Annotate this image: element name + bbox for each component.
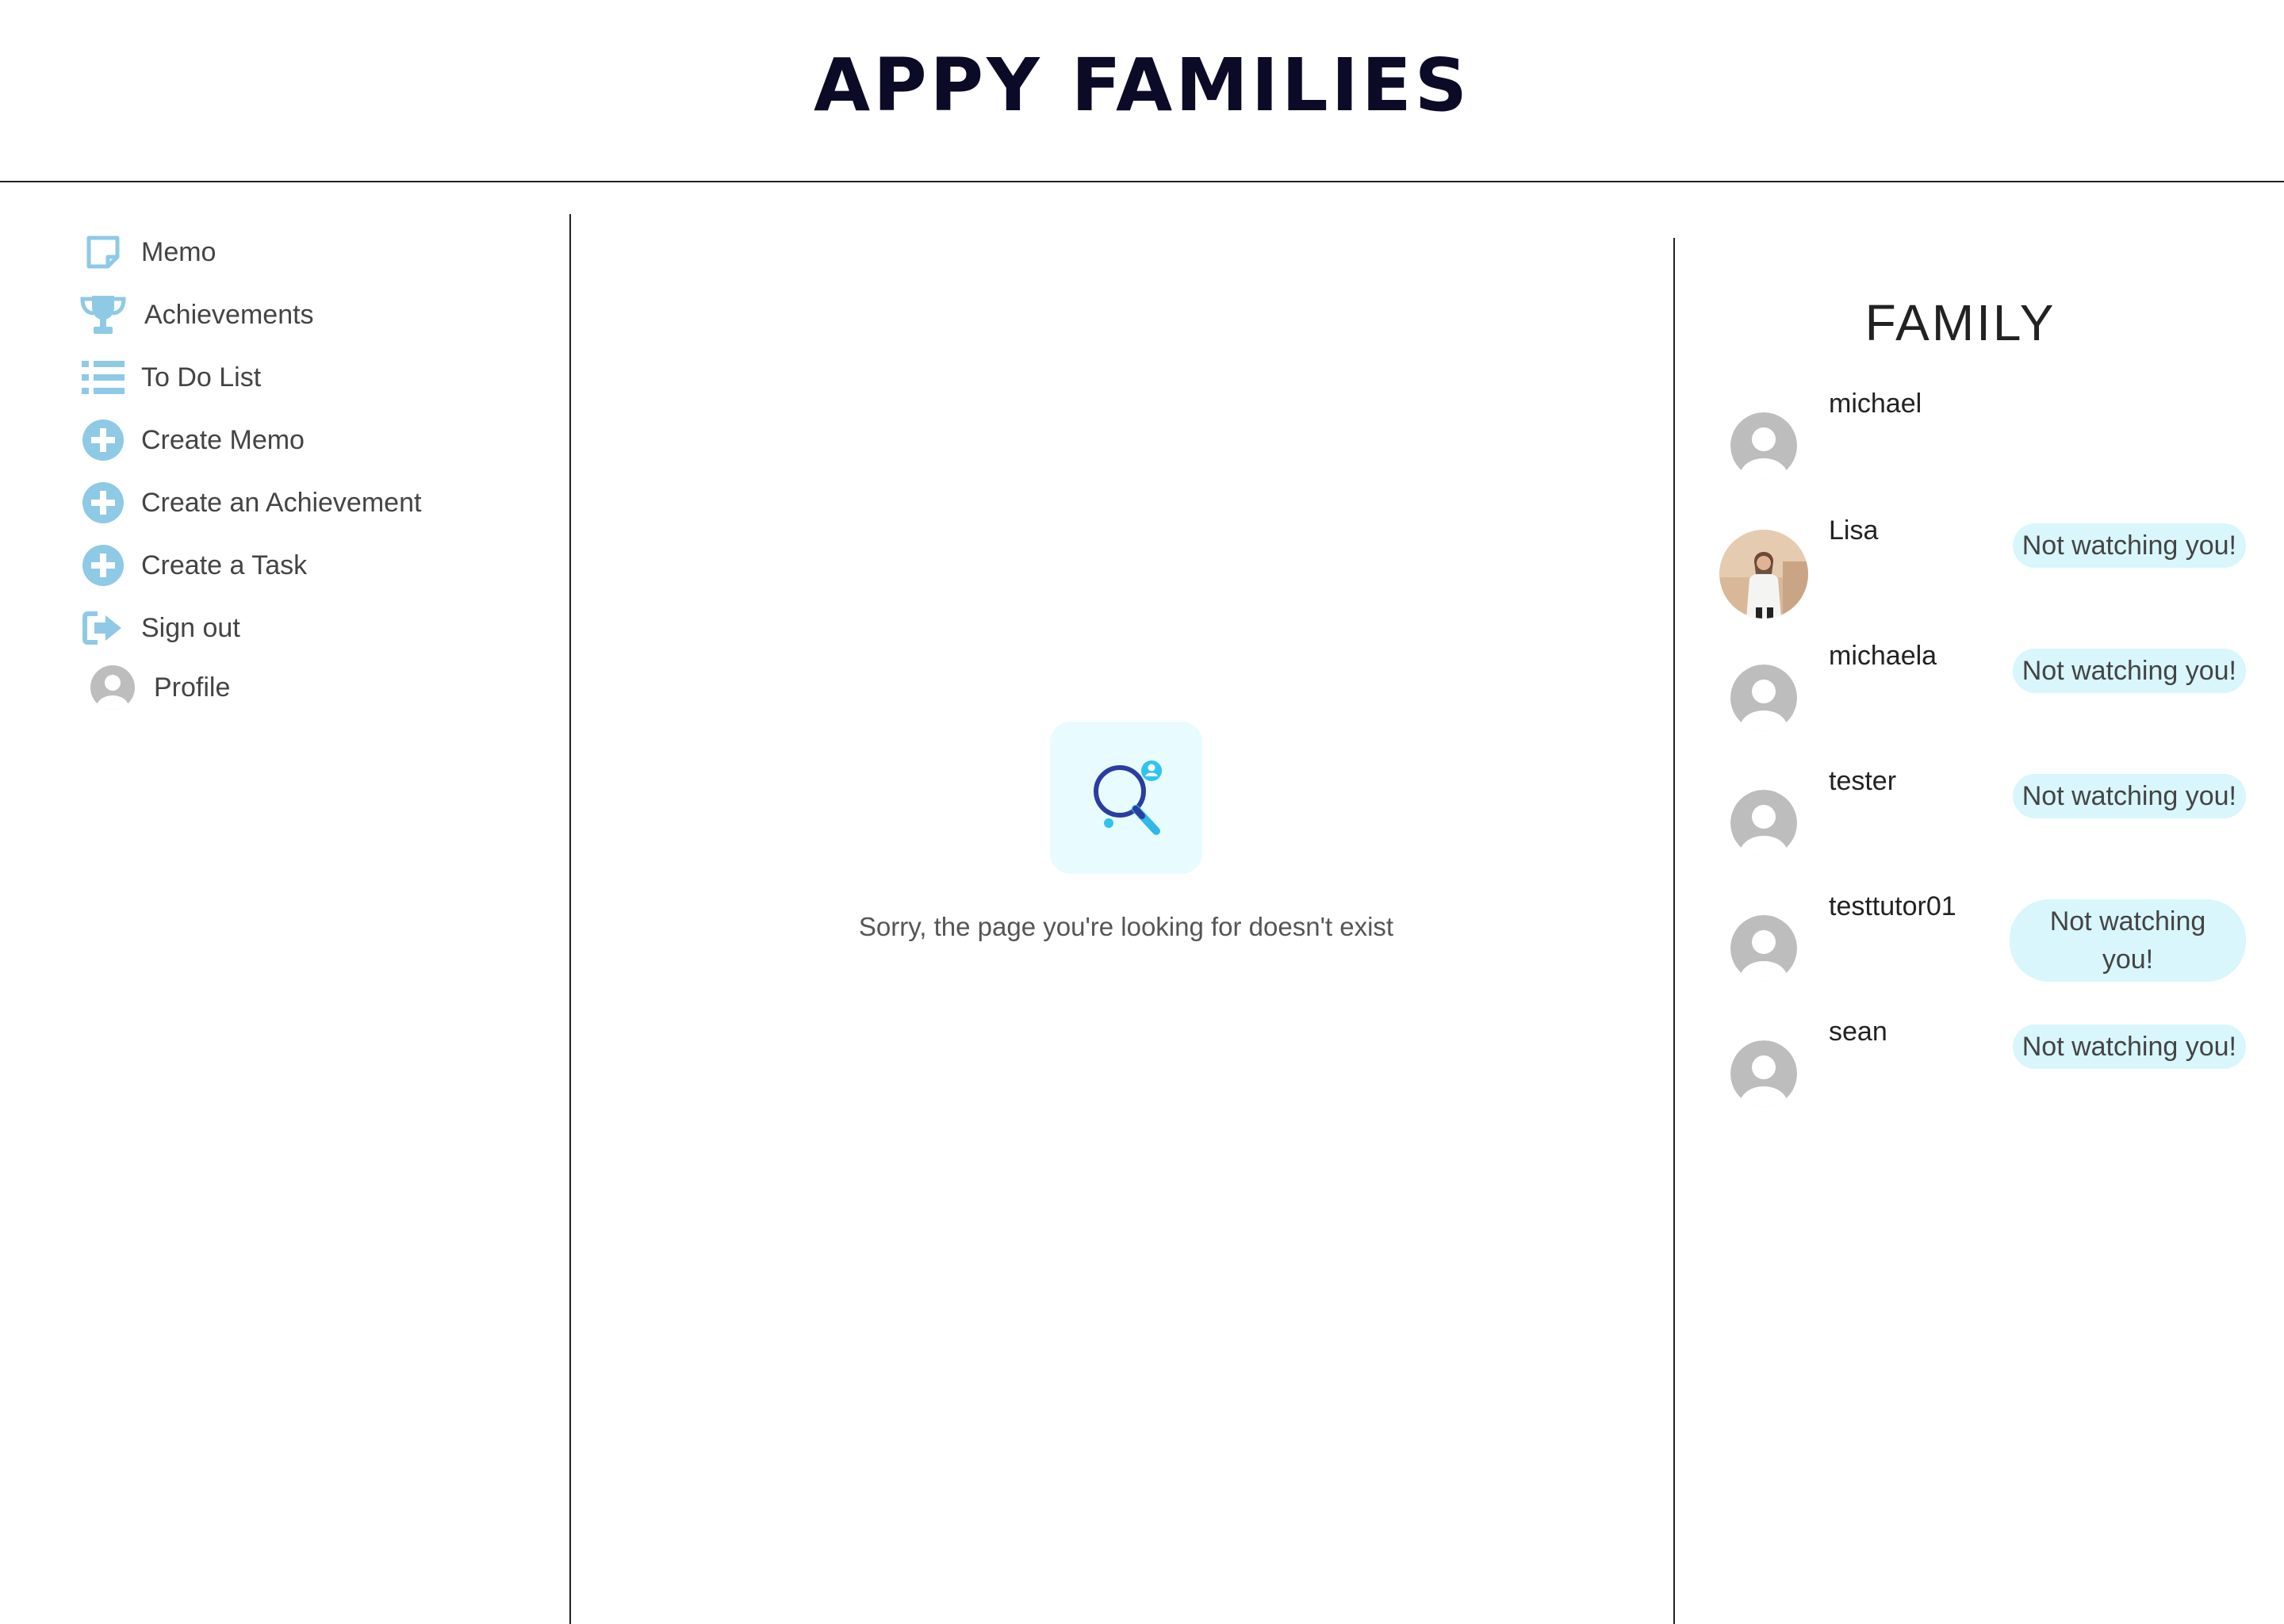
sidebar-item-label: Achievements [144, 299, 314, 330]
plus-circle-icon [79, 416, 127, 464]
sidebar-item-sign-out[interactable]: Sign out [79, 604, 240, 652]
member-name: sean [1829, 1017, 1887, 1047]
search-user-icon [1050, 722, 1202, 874]
avatar [1730, 412, 1797, 479]
plus-circle-icon [79, 542, 127, 589]
app-title: APPY FAMILIES [814, 42, 1470, 128]
family-member[interactable]: michaela Not watching you! [1730, 641, 2254, 736]
status-badge: Not watching you! [2010, 899, 2246, 982]
avatar [1730, 790, 1797, 856]
sign-out-icon [79, 604, 127, 652]
avatar-icon [89, 664, 136, 711]
sidebar-item-label: Profile [154, 672, 231, 703]
memo-icon [79, 228, 127, 276]
member-name: michael [1829, 389, 1922, 419]
trophy-icon [79, 291, 127, 339]
sidebar-item-label: To Do List [141, 362, 262, 393]
sidebar-item-create-task[interactable]: Create a Task [79, 542, 307, 589]
app-header: APPY FAMILIES [0, 0, 2284, 182]
family-member[interactable]: tester Not watching you! [1730, 766, 2254, 861]
not-found-message: Sorry, the page you're looking for doesn… [858, 912, 1394, 941]
sidebar-item-memo[interactable]: Memo [79, 228, 216, 276]
family-member[interactable]: testtutor01 Not watching you! [1730, 891, 2254, 986]
avatar [1730, 915, 1797, 982]
sidebar-item-todo-list[interactable]: To Do List [79, 354, 261, 401]
list-icon [79, 354, 127, 401]
sidebar-item-label: Memo [141, 236, 217, 267]
sidebar-item-label: Sign out [141, 612, 240, 643]
sidebar-item-create-memo[interactable]: Create Memo [79, 416, 305, 464]
sidebar-item-create-achievement[interactable]: Create an Achievement [79, 479, 421, 527]
status-badge: Not watching you! [2012, 1025, 2246, 1069]
status-badge: Not watching you! [2012, 774, 2246, 818]
sidebar-item-label: Create a Task [141, 550, 308, 580]
status-badge: Not watching you! [2012, 649, 2246, 693]
main-content: Sorry, the page you're looking for doesn… [571, 214, 1673, 1624]
family-title: FAMILY [1864, 294, 2056, 351]
family-member[interactable]: sean Not watching you! [1730, 1017, 2254, 1112]
member-name: tester [1829, 766, 1897, 796]
sidebar-item-label: Create Memo [141, 424, 305, 455]
sidebar-item-label: Create an Achievement [141, 487, 422, 518]
plus-circle-icon [79, 479, 127, 527]
sidebar-item-achievements[interactable]: Achievements [79, 291, 314, 339]
family-member[interactable]: Lisa Not watching you! [1719, 515, 2254, 619]
member-name: michaela [1829, 641, 1937, 671]
avatar [1730, 1040, 1797, 1107]
member-name: testtutor01 [1829, 891, 1956, 921]
status-badge: Not watching you! [2012, 523, 2246, 568]
sidebar: Memo Achievements To Do List Create Memo… [0, 214, 571, 1624]
sidebar-item-profile[interactable]: Profile [89, 664, 230, 711]
avatar [1730, 665, 1797, 731]
member-name: Lisa [1829, 515, 1879, 546]
avatar [1719, 530, 1808, 619]
family-panel: FAMILY michael Lisa Not watching you! mi… [1673, 238, 2284, 1624]
family-member[interactable]: michael [1730, 389, 2254, 484]
